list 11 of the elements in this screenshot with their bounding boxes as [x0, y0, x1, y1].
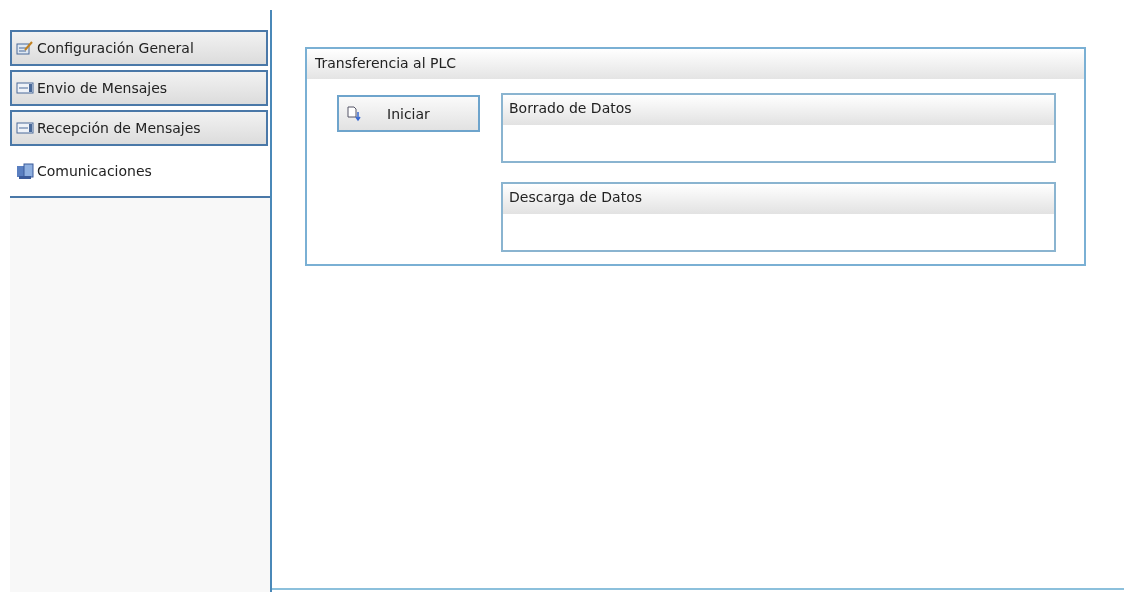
- message-icon: [16, 79, 34, 97]
- form-edit-icon: [16, 39, 34, 57]
- sidebar-tab[interactable]: Recepción de Mensajes: [10, 110, 268, 146]
- computer-icon: [16, 162, 34, 180]
- start-button[interactable]: Iniciar: [337, 95, 480, 132]
- section-title: Descarga de Datos: [503, 184, 1054, 214]
- section-title: Borrado de Datos: [503, 95, 1054, 125]
- group-title: Transferencia al PLC: [307, 49, 1084, 79]
- sidebar-tab[interactable]: Configuración General: [10, 30, 268, 66]
- sidebar-tab[interactable]: Envio de Mensajes: [10, 70, 268, 106]
- message-icon: [16, 119, 34, 137]
